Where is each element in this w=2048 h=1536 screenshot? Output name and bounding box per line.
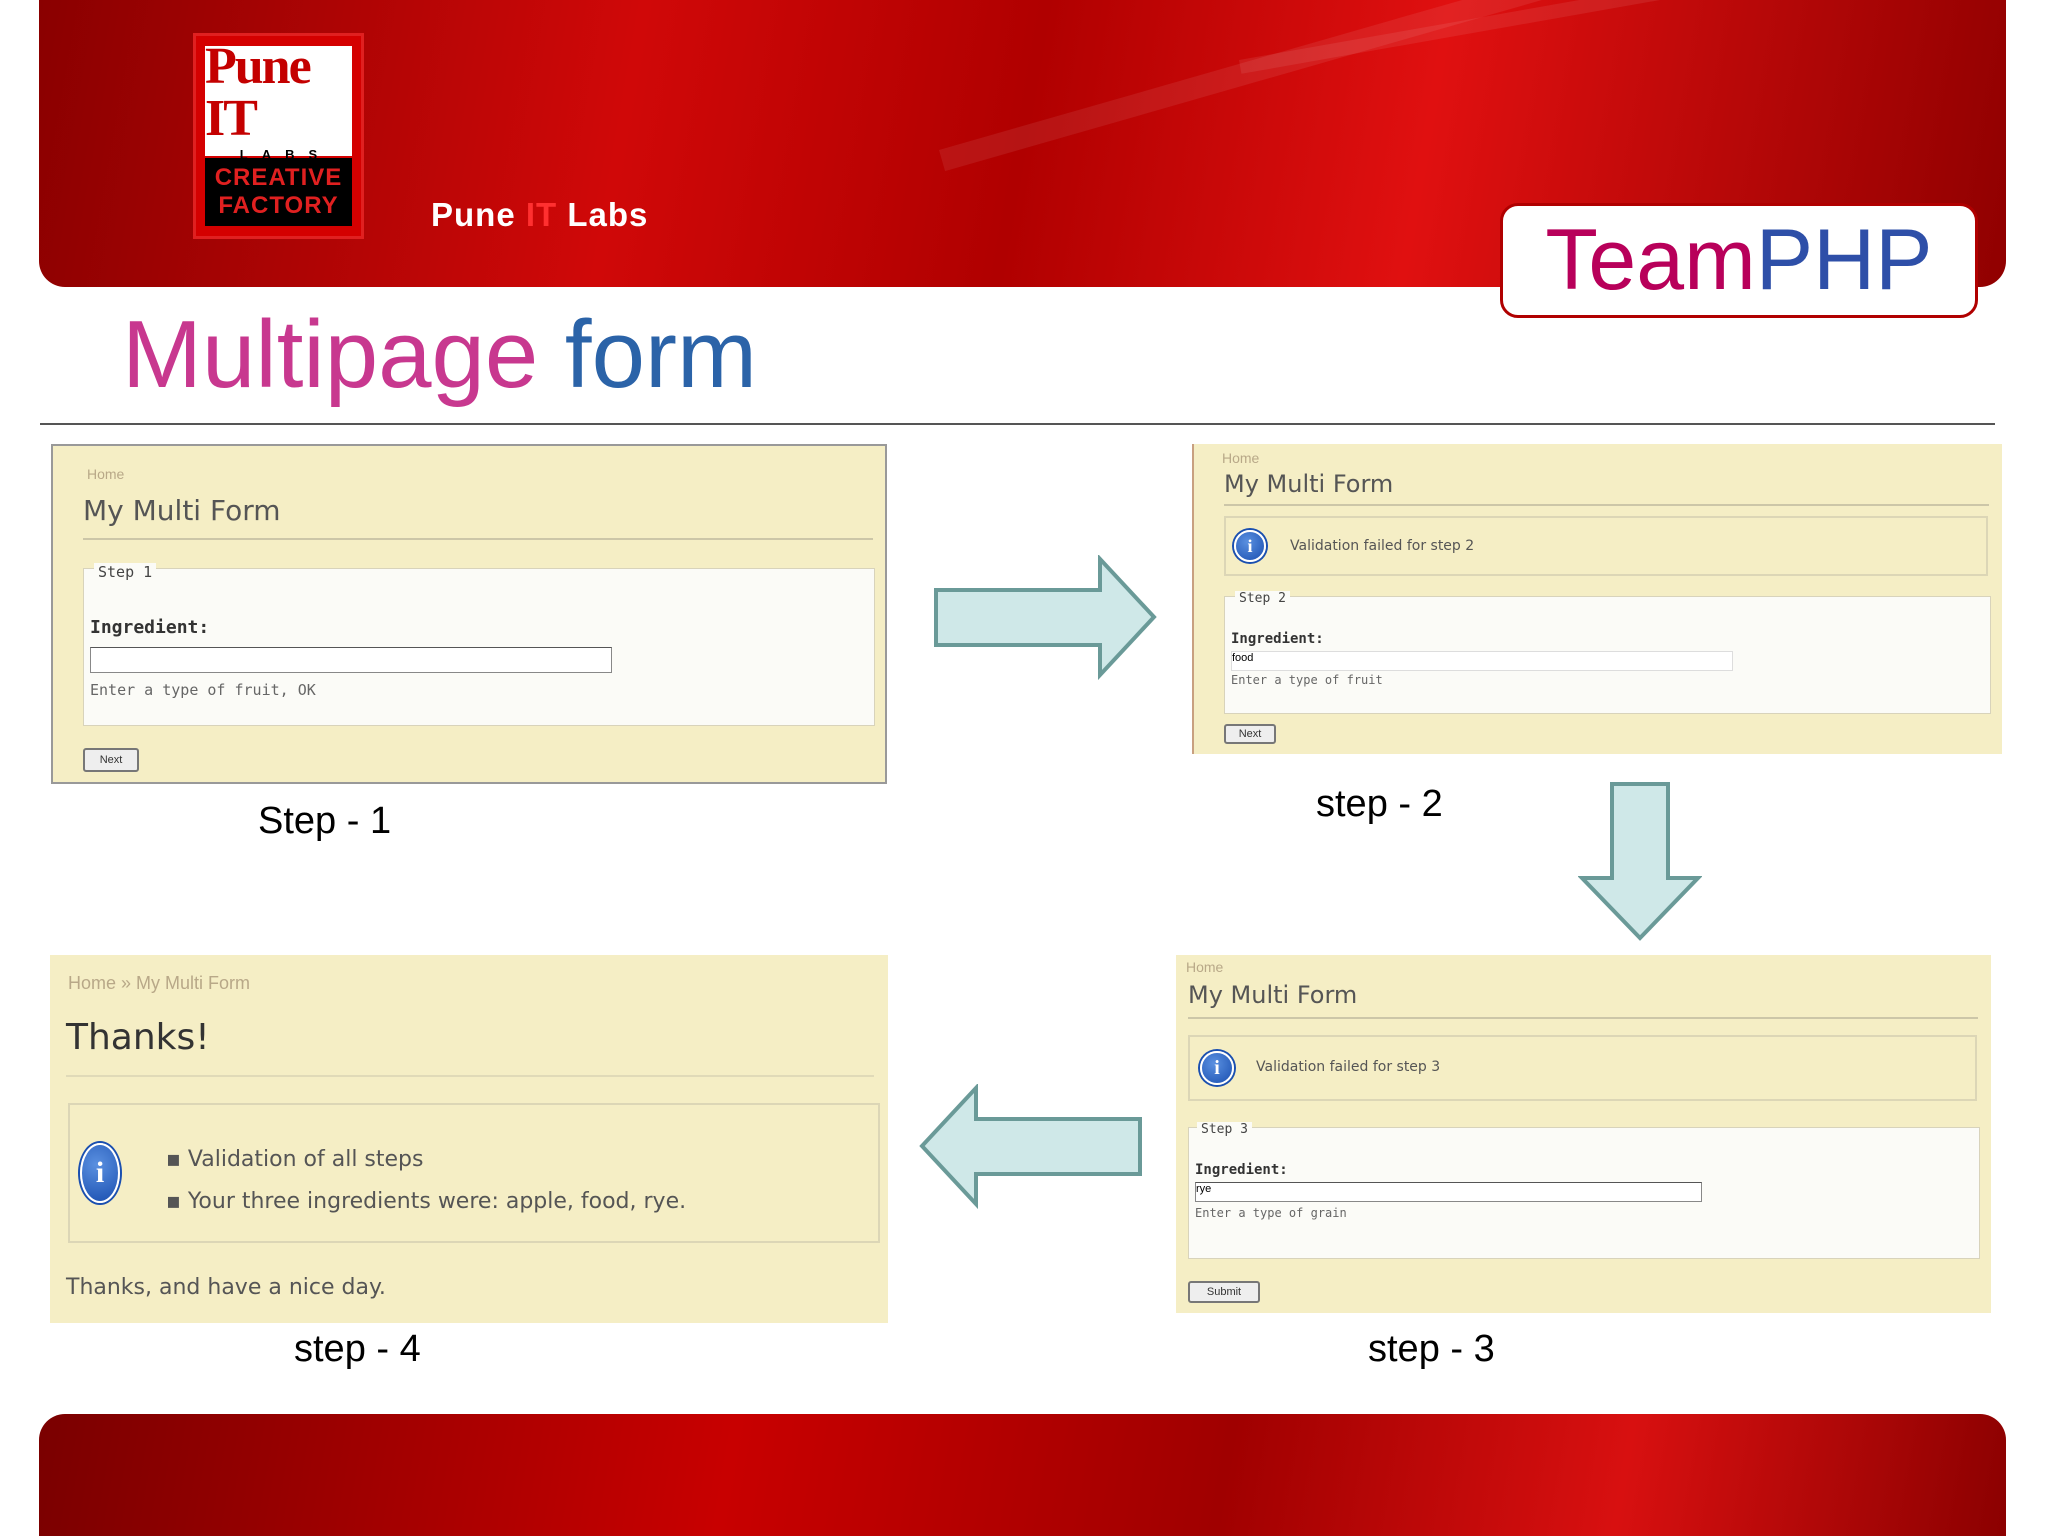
info-icon: i	[1200, 1051, 1234, 1085]
ingredient-label: Ingredient:	[90, 617, 210, 638]
page-title: Multipage form	[122, 301, 757, 408]
title-underline	[66, 1075, 874, 1077]
form-title: My Multi Form	[83, 494, 281, 527]
footer-band	[39, 1414, 2006, 1536]
slide: Pune IT LABS CREATIVE FACTORY Pune IT La…	[0, 0, 2048, 1536]
team-badge: Team PHP	[1500, 203, 1978, 318]
message-text: Validation failed for step 3	[1256, 1059, 1441, 1075]
title-underline	[1224, 504, 1989, 506]
company-logo: Pune IT LABS CREATIVE FACTORY	[193, 33, 364, 239]
form-title: My Multi Form	[1224, 470, 1394, 498]
message-item: ▪ Validation of all steps	[166, 1147, 424, 1172]
title-divider	[40, 423, 1995, 425]
fieldset: Step 3 Ingredient: rye Enter a type of g…	[1188, 1122, 1980, 1259]
fieldset-legend: Step 2	[1235, 591, 1290, 606]
message-text: Validation failed for step 2	[1290, 538, 1475, 554]
step1-caption: Step - 1	[258, 800, 392, 842]
step3-screenshot: Home My Multi Form i Validation failed f…	[1176, 955, 1991, 1313]
ingredient-input[interactable]: food	[1231, 651, 1733, 671]
ingredient-input[interactable]	[90, 647, 612, 673]
title-underline	[83, 538, 873, 540]
breadcrumb: Home	[1222, 450, 1260, 466]
fieldset-legend: Step 3	[1197, 1122, 1252, 1137]
brand-name: Pune IT Labs	[431, 196, 649, 233]
form-title: My Multi Form	[1188, 981, 1358, 1009]
arrow-left-icon	[919, 1084, 1142, 1209]
next-button[interactable]: Next	[1224, 724, 1276, 744]
field-hint: Enter a type of fruit	[1231, 673, 1383, 687]
arrow-right-icon	[934, 555, 1157, 680]
step2-caption: step - 2	[1316, 783, 1443, 825]
step2-screenshot: Home My Multi Form i Validation failed f…	[1192, 444, 2002, 754]
ingredient-label: Ingredient:	[1231, 631, 1324, 647]
info-icon: i	[80, 1143, 120, 1203]
form-title: Thanks!	[66, 1017, 210, 1058]
thanks-text: Thanks, and have a nice day.	[66, 1275, 386, 1300]
breadcrumb: Home » My Multi Form	[68, 973, 251, 993]
breadcrumb: Home	[1186, 959, 1224, 975]
validation-message: i Validation failed for step 2	[1224, 516, 1988, 576]
ingredient-input[interactable]: rye	[1195, 1182, 1702, 1202]
fieldset: Step 2 Ingredient: food Enter a type of …	[1224, 591, 1991, 714]
fieldset: Step 1 Ingredient: Enter a type of fruit…	[83, 563, 875, 726]
logo-line1: CREATIVE	[214, 164, 343, 191]
breadcrumb: Home	[87, 466, 125, 482]
field-hint: Enter a type of grain	[1195, 1206, 1347, 1220]
logo-name: Pune IT	[205, 37, 312, 147]
info-icon: i	[1234, 530, 1266, 562]
logo-line2: FACTORY	[218, 192, 339, 219]
validation-message: i Validation failed for step 3	[1188, 1035, 1977, 1101]
next-button[interactable]: Next	[83, 748, 139, 772]
ingredient-label: Ingredient:	[1195, 1162, 1288, 1178]
step3-caption: step - 3	[1368, 1328, 1495, 1370]
step4-screenshot: Home » My Multi Form Thanks! i ▪ Validat…	[50, 955, 888, 1323]
submit-button[interactable]: Submit	[1188, 1281, 1260, 1303]
message-item: ▪ Your three ingredients were: apple, fo…	[166, 1189, 687, 1214]
fieldset-legend: Step 1	[94, 563, 157, 581]
arrow-down-icon	[1578, 782, 1702, 941]
result-messages: i ▪ Validation of all steps ▪ Your three…	[68, 1103, 880, 1243]
step4-caption: step - 4	[294, 1328, 421, 1370]
title-underline	[1188, 1017, 1978, 1019]
step1-screenshot: Home My Multi Form Step 1 Ingredient: En…	[51, 444, 887, 784]
field-hint: Enter a type of fruit, OK	[90, 681, 316, 699]
